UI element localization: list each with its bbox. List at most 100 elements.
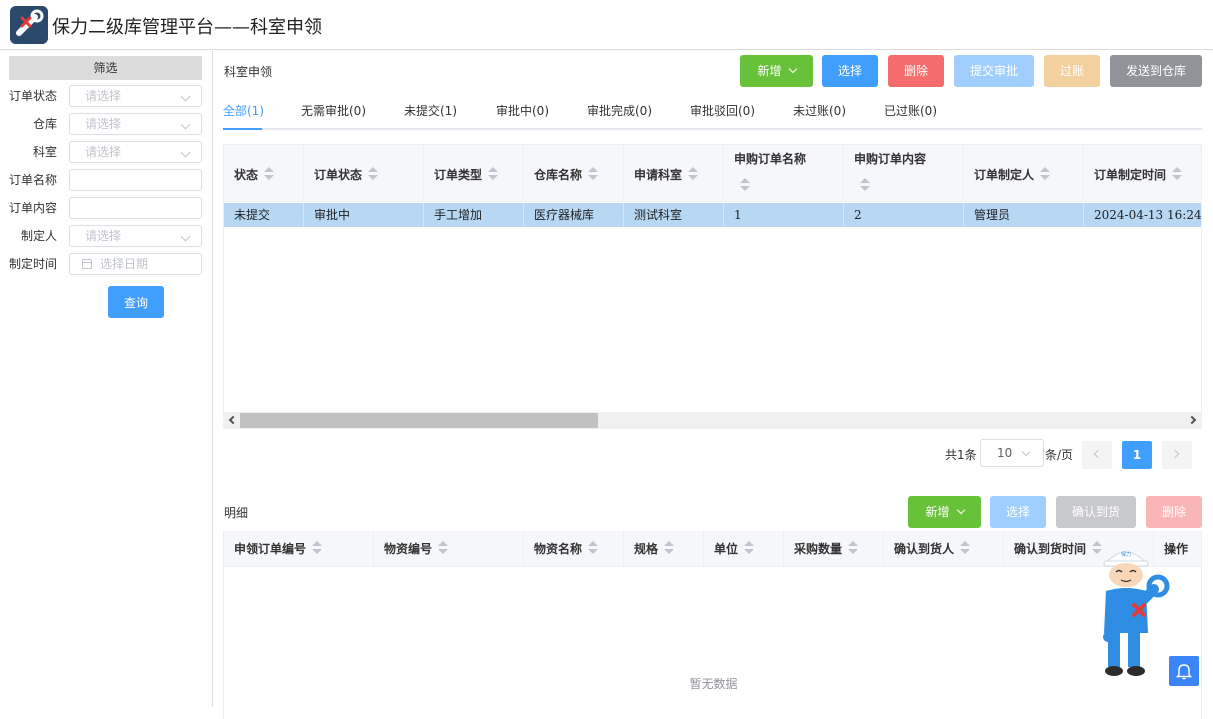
filter-label: 科室	[32, 145, 57, 159]
query-button[interactable]: 查询	[108, 286, 164, 318]
table-cell: 医疗器械库	[524, 203, 624, 227]
table-cell: 测试科室	[624, 203, 724, 227]
delete-button[interactable]: 删除	[888, 55, 944, 87]
prev-page-button[interactable]	[1082, 441, 1112, 469]
sort-icon[interactable]	[264, 167, 275, 181]
sort-icon[interactable]	[368, 167, 379, 181]
sort-icon[interactable]	[588, 167, 599, 181]
chevron-down-icon	[1021, 447, 1031, 457]
confirm-arrival-button[interactable]: 确认到货	[1056, 496, 1136, 528]
column-header[interactable]: 物资名称	[524, 531, 624, 567]
filter-label: 制定人	[20, 229, 57, 243]
pager-total: 共1条	[945, 448, 977, 462]
send-to-warehouse-button[interactable]: 发送到仓库	[1110, 55, 1202, 87]
table-cell: 审批中	[304, 203, 424, 227]
order-name-input[interactable]	[69, 169, 202, 191]
tab-posted[interactable]: 已过账(0)	[884, 102, 937, 119]
column-header[interactable]: 物资编号	[374, 531, 524, 567]
column-header[interactable]: 订单制定人	[964, 145, 1084, 202]
column-header[interactable]: 仓库名称	[524, 145, 624, 202]
sort-icon[interactable]	[848, 541, 859, 555]
filter-order-name: 订单名称	[0, 169, 213, 191]
add-dropdown-button[interactable]: 新增	[740, 55, 813, 87]
sort-icon[interactable]	[1172, 167, 1183, 181]
select-placeholder: 请选择	[85, 89, 122, 103]
horizontal-scrollbar[interactable]	[223, 412, 1202, 429]
mascot-badge: 保力	[1121, 551, 1131, 558]
order-content-input[interactable]	[69, 197, 202, 219]
select-button[interactable]: 选择	[822, 55, 878, 87]
sort-icon[interactable]	[744, 541, 755, 555]
filter-label: 仓库	[32, 117, 57, 131]
table-cell: 手工增加	[424, 203, 524, 227]
post-button[interactable]: 过账	[1044, 55, 1100, 87]
column-header[interactable]: 订单制定时间	[1084, 145, 1201, 202]
column-header[interactable]: 申请科室	[624, 145, 724, 202]
column-header[interactable]: 申购订单名称	[724, 145, 844, 202]
sort-icon[interactable]	[688, 167, 699, 181]
filter-department: 科室 请选择	[0, 141, 213, 163]
table-row[interactable]: 未提交 审批中 手工增加 医疗器械库 测试科室 1 2 管理员 2024-04-…	[224, 203, 1201, 227]
filter-create-time: 制定时间 选择日期	[0, 253, 213, 275]
tab-not-submitted[interactable]: 未提交(1)	[404, 102, 457, 119]
tab-all[interactable]: 全部(1)	[223, 102, 264, 119]
page-size-select[interactable]: 10	[980, 439, 1044, 467]
sort-icon[interactable]	[588, 541, 599, 555]
column-header[interactable]: 申购订单内容	[844, 145, 964, 202]
scroll-right-icon[interactable]	[1187, 415, 1197, 425]
select-placeholder: 请选择	[85, 229, 122, 243]
next-page-button[interactable]	[1162, 441, 1192, 469]
column-header[interactable]: 申领订单编号	[224, 531, 374, 567]
create-time-date-picker[interactable]: 选择日期	[69, 253, 202, 275]
tab-approved[interactable]: 审批完成(0)	[587, 102, 652, 119]
date-placeholder: 选择日期	[100, 257, 149, 271]
chevron-left-icon	[1093, 449, 1103, 459]
filter-sidebar: 筛选 订单状态 请选择 仓库 请选择 科室 请选择 订单名称 订单内容 制定人 …	[0, 51, 213, 707]
tab-rejected[interactable]: 审批驳回(0)	[690, 102, 755, 119]
tab-no-approval[interactable]: 无需审批(0)	[301, 102, 366, 119]
sort-icon[interactable]	[860, 178, 870, 192]
column-header[interactable]: 确认到货人	[884, 531, 1004, 567]
sort-icon[interactable]	[438, 541, 449, 555]
sort-icon[interactable]	[1040, 167, 1051, 181]
sort-icon[interactable]	[312, 541, 323, 555]
tab-not-posted[interactable]: 未过账(0)	[793, 102, 846, 119]
select-placeholder: 请选择	[85, 145, 122, 159]
detail-select-button[interactable]: 选择	[990, 496, 1046, 528]
scroll-left-icon[interactable]	[228, 415, 238, 425]
table-cell: 管理员	[964, 203, 1084, 227]
column-header[interactable]: 订单类型	[424, 145, 524, 202]
filter-label: 订单状态	[8, 89, 57, 103]
pager-unit: 条/页	[1045, 448, 1074, 462]
column-header[interactable]: 采购数量	[784, 531, 884, 567]
filter-header: 筛选	[9, 56, 202, 80]
chevron-down-icon	[180, 231, 191, 242]
warehouse-select[interactable]: 请选择	[69, 113, 202, 135]
creator-select[interactable]: 请选择	[69, 225, 202, 247]
detail-add-label: 新增	[925, 505, 950, 519]
bell-icon	[1175, 664, 1193, 680]
column-header[interactable]: 状态	[224, 145, 304, 202]
order-status-select[interactable]: 请选择	[69, 85, 202, 107]
column-header[interactable]: 订单状态	[304, 145, 424, 202]
detail-add-dropdown-button[interactable]: 新增	[908, 496, 981, 528]
department-select[interactable]: 请选择	[69, 141, 202, 163]
app-logo-icon	[10, 6, 48, 44]
detail-delete-button[interactable]: 删除	[1146, 496, 1202, 528]
submit-approval-button[interactable]: 提交审批	[954, 55, 1034, 87]
filter-label: 制定时间	[8, 257, 57, 271]
scrollbar-thumb[interactable]	[240, 413, 598, 428]
order-table: 状态 订单状态 订单类型 仓库名称 申请科室 申购订单名称 申购订单内容 订单制…	[223, 144, 1202, 429]
notification-bell-button[interactable]	[1169, 656, 1199, 686]
sort-icon[interactable]	[664, 541, 675, 555]
filter-order-content: 订单内容	[0, 197, 213, 219]
chevron-down-icon	[180, 91, 191, 102]
column-header[interactable]: 规格	[624, 531, 704, 567]
filter-label: 订单内容	[8, 201, 57, 215]
sort-icon[interactable]	[960, 541, 971, 555]
sort-icon[interactable]	[488, 167, 499, 181]
sort-icon[interactable]	[740, 178, 750, 192]
column-header[interactable]: 单位	[704, 531, 784, 567]
tab-in-approval[interactable]: 审批中(0)	[496, 102, 549, 119]
current-page[interactable]: 1	[1122, 441, 1152, 469]
